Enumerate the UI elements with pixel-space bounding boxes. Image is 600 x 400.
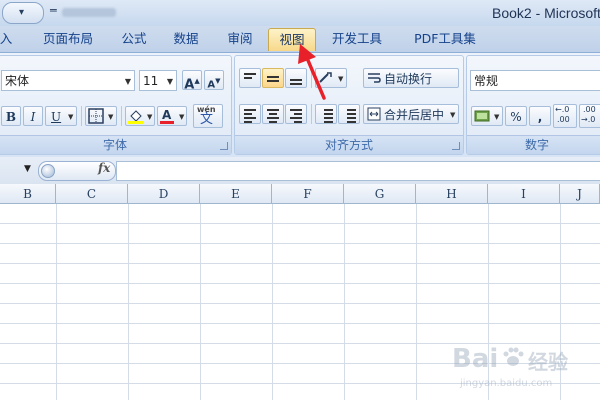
- watermark-sub: jingyan.baidu.com: [460, 378, 553, 389]
- watermark-cn: 经验: [528, 350, 568, 374]
- paw-icon: [503, 347, 524, 366]
- watermark-main: Bai: [452, 344, 499, 374]
- watermark: Bai 经验 jingyan.baidu.com: [452, 330, 592, 394]
